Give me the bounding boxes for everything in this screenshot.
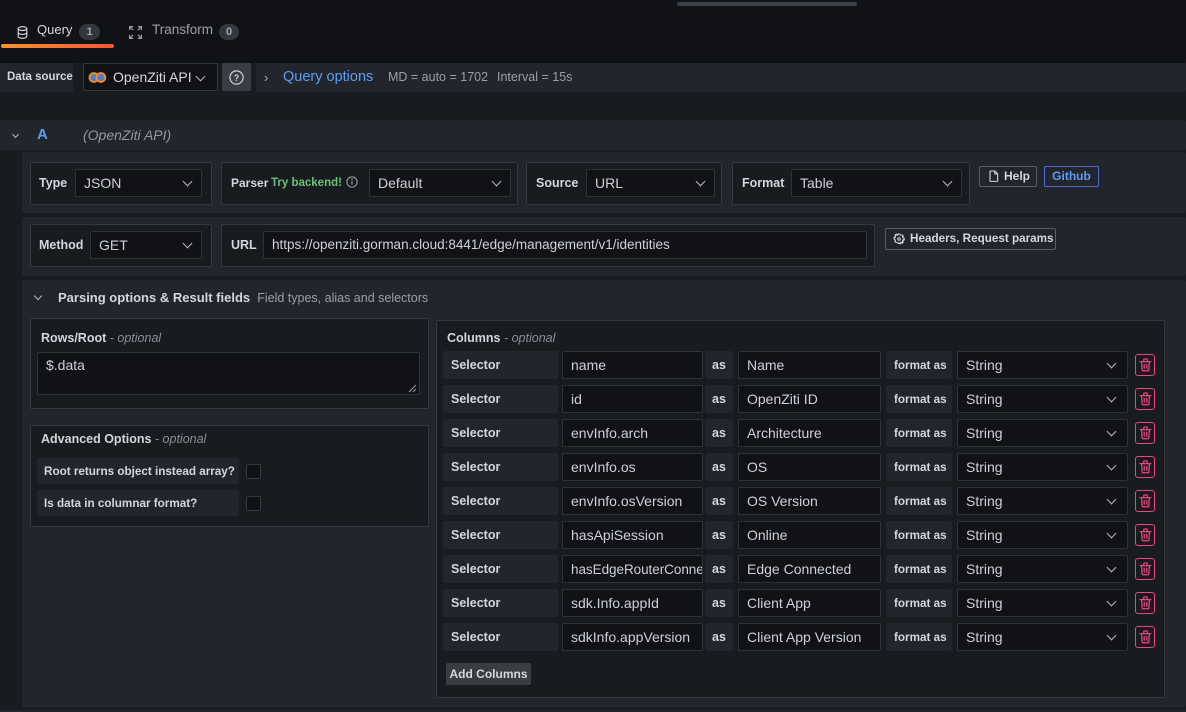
svg-text:?: ? bbox=[234, 73, 240, 83]
